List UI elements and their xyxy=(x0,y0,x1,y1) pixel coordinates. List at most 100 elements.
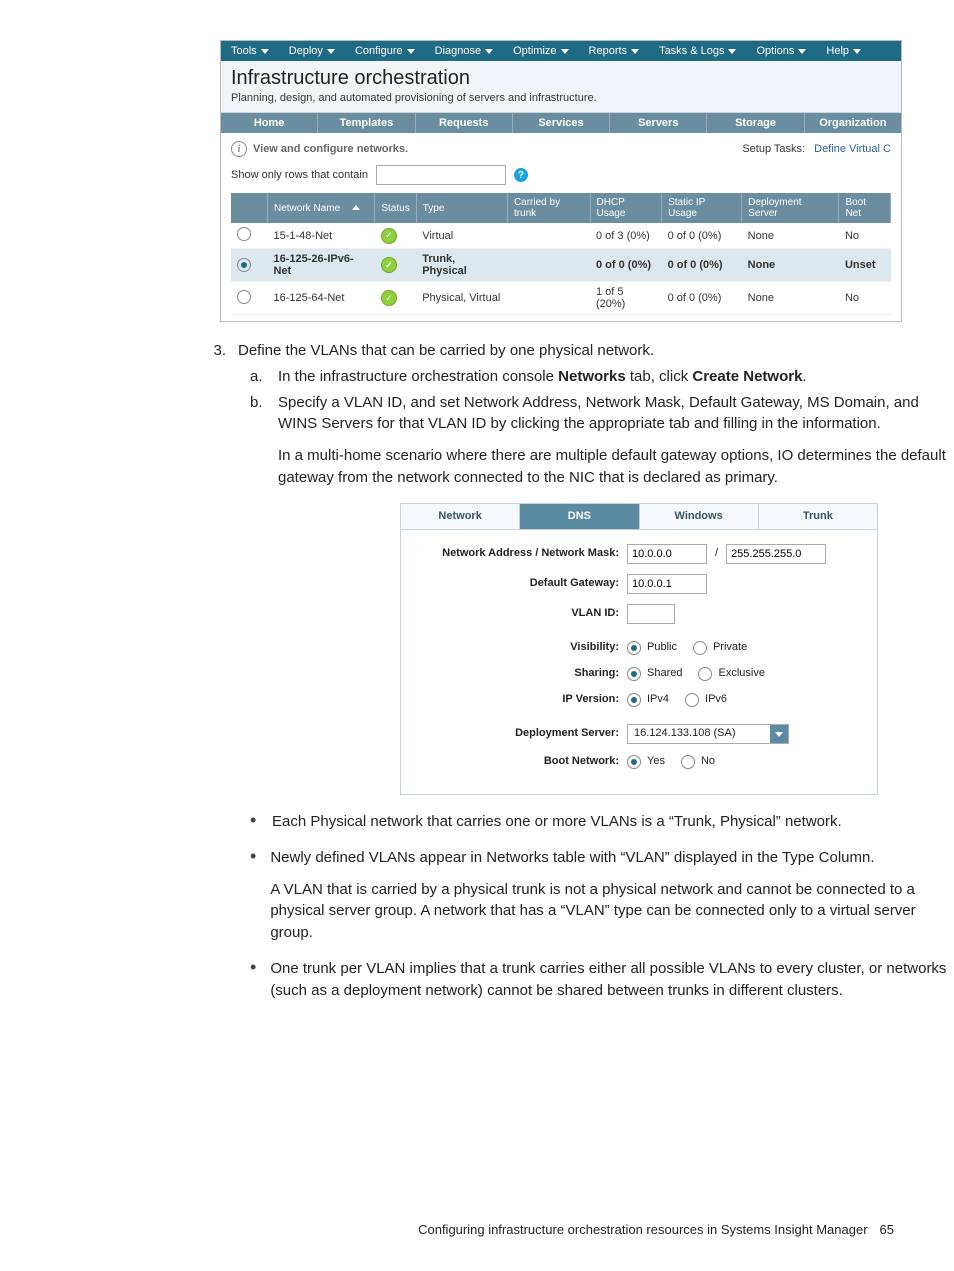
bullet-1: Each Physical network that carries one o… xyxy=(272,811,842,833)
addr-label: Network Address / Network Mask: xyxy=(409,546,619,562)
row-radio[interactable] xyxy=(237,290,251,304)
form-tab-windows[interactable]: Windows xyxy=(640,504,759,530)
cell-type: Physical, Virtual xyxy=(416,282,507,315)
chevron-down-icon xyxy=(261,49,269,54)
radio-icon xyxy=(627,755,641,769)
chevron-down-icon xyxy=(561,49,569,54)
status-ok-icon: ✓ xyxy=(381,290,397,306)
default-gateway-input[interactable] xyxy=(627,574,707,594)
cell-boot: No xyxy=(839,223,891,249)
tab-services[interactable]: Services xyxy=(513,113,610,133)
ipversion-option[interactable]: IPv6 xyxy=(685,692,727,708)
bullet-3: One trunk per VLAN implies that a trunk … xyxy=(270,958,954,1002)
table-row[interactable]: 16-125-64-Net ✓ Physical, Virtual 1 of 5 (2… xyxy=(231,282,891,315)
cell-dhcp: 1 of 5 (20%) xyxy=(590,282,662,315)
cell-static: 0 of 0 (0%) xyxy=(662,249,742,282)
define-virtual-link[interactable]: Define Virtual C xyxy=(814,143,891,155)
row-radio[interactable] xyxy=(237,227,251,241)
radio-icon xyxy=(627,641,641,655)
chevron-down-icon xyxy=(631,49,639,54)
table-row[interactable]: 16-125-26-IPv6-Net✓Trunk, Physical0 of 0… xyxy=(231,249,891,282)
vlan-id-input[interactable] xyxy=(627,604,675,624)
radio-icon xyxy=(681,755,695,769)
filter-label: Show only rows that contain xyxy=(231,169,368,181)
substep-a-letter: a. xyxy=(250,366,268,388)
bootnetwork-option[interactable]: Yes xyxy=(627,754,665,770)
visibility-option[interactable]: Private xyxy=(693,640,747,656)
substep-b-text: Specify a VLAN ID, and set Network Addre… xyxy=(278,392,954,436)
bootnetwork-option[interactable]: No xyxy=(681,754,715,770)
menu-help[interactable]: Help xyxy=(816,41,871,61)
sharing-option[interactable]: Exclusive xyxy=(698,666,764,682)
table-row[interactable]: 15-1-48-Net✓Virtual0 of 3 (0%)0 of 0 (0%… xyxy=(231,223,891,249)
cell-name: 16-125-26-IPv6-Net xyxy=(268,249,375,282)
view-configure-label: View and configure networks. xyxy=(253,143,408,155)
col-header[interactable]: Status xyxy=(375,193,416,223)
menu-reports[interactable]: Reports xyxy=(579,41,650,61)
form-tab-dns[interactable]: DNS xyxy=(520,504,639,530)
tab-home[interactable]: Home xyxy=(221,113,318,133)
menu-diagnose[interactable]: Diagnose xyxy=(425,41,503,61)
menu-deploy[interactable]: Deploy xyxy=(279,41,345,61)
form-tab-trunk[interactable]: Trunk xyxy=(759,504,877,530)
network-address-input[interactable] xyxy=(627,544,707,564)
col-header[interactable]: Network Name xyxy=(268,193,375,223)
chevron-down-icon xyxy=(327,49,335,54)
cell-type: Trunk, Physical xyxy=(416,249,507,282)
tab-organization[interactable]: Organization xyxy=(805,113,901,133)
bullet-2: Newly defined VLANs appear in Networks t… xyxy=(270,847,954,869)
multihome-paragraph: In a multi-home scenario where there are… xyxy=(278,445,954,489)
col-header[interactable]: Static IP Usage xyxy=(662,193,742,223)
chevron-down-icon xyxy=(407,49,415,54)
col-header[interactable]: Boot Net xyxy=(839,193,891,223)
tab-requests[interactable]: Requests xyxy=(416,113,513,133)
menu-taskslogs[interactable]: Tasks & Logs xyxy=(649,41,746,61)
cell-boot: Unset xyxy=(839,249,891,282)
tab-storage[interactable]: Storage xyxy=(707,113,804,133)
menu-options[interactable]: Options xyxy=(746,41,816,61)
step-text: Define the VLANs that can be carried by … xyxy=(238,340,654,362)
help-icon[interactable]: ? xyxy=(514,168,528,182)
col-header[interactable]: Deployment Server xyxy=(742,193,839,223)
page-subtitle: Planning, design, and automated provisio… xyxy=(231,92,891,104)
visibility-option[interactable]: Public xyxy=(627,640,677,656)
cell-name: 16-125-64-Net xyxy=(268,282,375,315)
sort-asc-icon xyxy=(352,205,360,210)
menu-optimize[interactable]: Optimize xyxy=(503,41,578,61)
cell-name: 15-1-48-Net xyxy=(268,223,375,249)
filter-input[interactable] xyxy=(376,165,506,185)
cell-deploy: None xyxy=(742,223,839,249)
bullet-2-para: A VLAN that is carried by a physical tru… xyxy=(270,879,954,944)
bullet-icon: • xyxy=(250,847,256,944)
networks-table: Network NameStatusTypeCarried by trunkDH… xyxy=(231,193,891,315)
radio-icon xyxy=(698,667,712,681)
form-tab-network[interactable]: Network xyxy=(401,504,520,530)
info-icon: i xyxy=(231,141,247,157)
substep-a-text: In the infrastructure orchestration cons… xyxy=(278,366,807,388)
document-body: 3. Define the VLANs that can be carried … xyxy=(200,340,954,1001)
bullet-icon: • xyxy=(250,811,258,833)
visibility-label: Visibility: xyxy=(409,640,619,656)
bullet-icon: • xyxy=(250,958,256,1002)
boot-network-label: Boot Network: xyxy=(409,754,619,770)
network-mask-input[interactable] xyxy=(726,544,826,564)
chevron-down-icon xyxy=(770,725,788,743)
menu-tools[interactable]: Tools xyxy=(221,41,279,61)
main-tabs: HomeTemplatesRequestsServicesServersStor… xyxy=(221,113,901,133)
vlan-label: VLAN ID: xyxy=(409,606,619,622)
ipversion-option[interactable]: IPv4 xyxy=(627,692,669,708)
col-header[interactable]: Type xyxy=(416,193,507,223)
col-header[interactable]: DHCP Usage xyxy=(590,193,662,223)
menu-configure[interactable]: Configure xyxy=(345,41,425,61)
radio-icon xyxy=(627,693,641,707)
cell-static: 0 of 0 (0%) xyxy=(662,223,742,249)
sharing-label: Sharing: xyxy=(409,666,619,682)
deploy-server-select[interactable]: 16.124.133.108 (SA) xyxy=(627,724,789,744)
row-radio[interactable] xyxy=(237,258,251,272)
col-header[interactable] xyxy=(231,193,268,223)
sharing-option[interactable]: Shared xyxy=(627,666,682,682)
networks-screenshot: ToolsDeployConfigureDiagnoseOptimizeRepo… xyxy=(220,40,902,322)
tab-servers[interactable]: Servers xyxy=(610,113,707,133)
tab-templates[interactable]: Templates xyxy=(318,113,415,133)
col-header[interactable]: Carried by trunk xyxy=(507,193,590,223)
